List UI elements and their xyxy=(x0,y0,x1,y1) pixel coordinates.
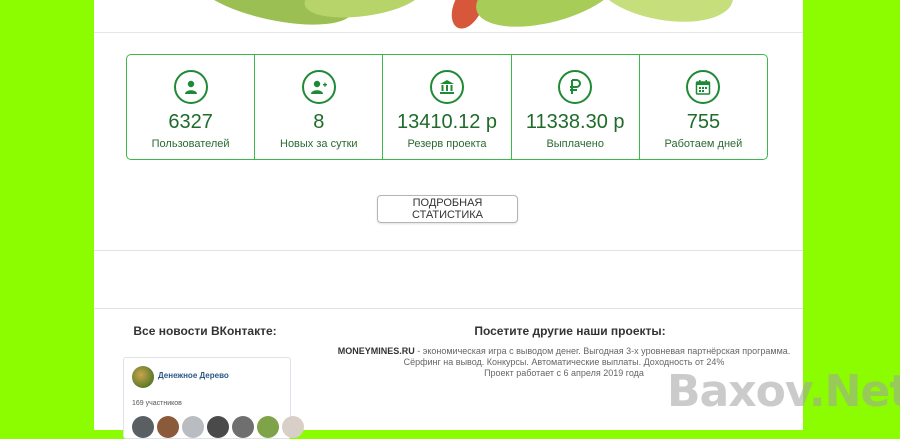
stat-label: Выплачено xyxy=(546,138,604,150)
member-avatar[interactable] xyxy=(182,416,204,438)
stat-new-today: 8 Новых за сутки xyxy=(255,55,384,159)
other-projects-heading: Посетите другие наши проекты: xyxy=(474,324,666,338)
user-plus-icon xyxy=(301,70,336,104)
stat-value: 13410.12 р xyxy=(396,111,498,133)
member-avatars xyxy=(132,416,304,438)
bank-icon xyxy=(430,70,464,104)
site-watermark: Baxov.Net xyxy=(667,366,900,417)
member-avatar[interactable] xyxy=(157,416,179,438)
stat-reserve: 13410.12 р Резерв проекта xyxy=(383,55,512,159)
ruble-icon xyxy=(558,70,593,104)
group-avatar[interactable] xyxy=(132,366,154,388)
user-icon xyxy=(173,70,208,104)
stat-label: Резерв проекта xyxy=(407,138,487,150)
stat-value: 755 xyxy=(686,111,721,133)
member-avatar[interactable] xyxy=(132,416,154,438)
vk-group-widget[interactable]: Денежное Дерево 169 участников xyxy=(123,357,304,439)
member-avatar[interactable] xyxy=(232,416,254,438)
detailed-stats-button[interactable]: ПОДРОБНАЯ СТАТИСТИКА xyxy=(377,195,518,223)
member-avatar[interactable] xyxy=(257,416,279,438)
stat-value: 6327 xyxy=(168,111,213,133)
hero-banner-image xyxy=(94,0,803,33)
stat-users: 6327 Пользователей xyxy=(127,55,256,159)
stat-value: 8 xyxy=(313,111,325,133)
stat-value: 11338.30 р xyxy=(525,111,625,133)
project-line-1-text: - экономическая игра с выводом денег. Вы… xyxy=(414,346,791,356)
stat-label: Новых за сутки xyxy=(280,138,358,150)
group-members-count[interactable]: 169 участников xyxy=(132,400,182,407)
group-name-link[interactable]: Денежное Дерево xyxy=(158,371,229,380)
vk-news-heading: Все новости ВКонтакте: xyxy=(133,324,277,338)
stat-label: Пользователей xyxy=(151,138,230,150)
calendar-icon xyxy=(686,70,721,104)
stat-paid-out: 11338.30 р Выплачено xyxy=(512,55,640,159)
stat-days-working: 755 Работаем дней xyxy=(640,55,767,159)
project-site-link[interactable]: MONEYMINES.RU xyxy=(338,346,415,356)
divider xyxy=(94,308,803,309)
stat-label: Работаем дней xyxy=(664,138,743,150)
stats-panel: 6327 Пользователей 8 Новых за сутки 1341… xyxy=(126,54,768,160)
project-line-1: MONEYMINES.RU - экономическая игра с выв… xyxy=(314,346,814,357)
member-avatar[interactable] xyxy=(282,416,304,438)
divider xyxy=(94,250,803,251)
member-avatar[interactable] xyxy=(207,416,229,438)
